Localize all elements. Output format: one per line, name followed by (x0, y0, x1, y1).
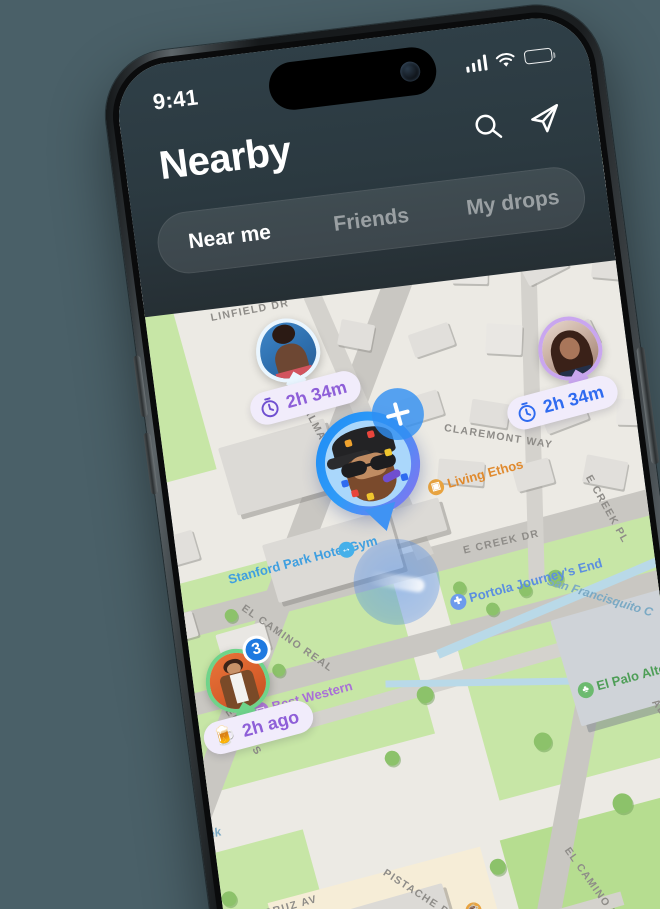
timer-icon (261, 397, 279, 418)
map-building (468, 398, 511, 429)
phone-device: LINFIELD DR CLAREMONT WAY ALMA ST E CREE… (97, 0, 660, 909)
map-tree (383, 749, 401, 767)
cellular-bars-icon (464, 54, 488, 73)
confetti-dot (399, 472, 409, 482)
map-building (407, 321, 456, 359)
status-bar-icons (464, 46, 554, 73)
send-icon (531, 103, 559, 133)
confetti-dot (340, 479, 350, 489)
beer-mug-icon: 🍺 (210, 723, 239, 750)
map-building (485, 323, 523, 356)
timer-icon (518, 402, 536, 422)
avatar-photo (253, 316, 323, 385)
map-tree (488, 857, 507, 876)
map-building (640, 171, 660, 206)
screenshot-stage: LINFIELD DR CLAREMONT WAY ALMA ST E CREE… (0, 0, 660, 909)
search-icon (475, 114, 503, 138)
battery-full-icon (523, 47, 554, 65)
page-title: Nearby (156, 128, 294, 188)
front-camera-icon (399, 60, 422, 83)
tab-my-drops[interactable]: My drops (441, 183, 586, 224)
tab-friends[interactable]: Friends (299, 200, 444, 241)
send-button[interactable] (527, 101, 565, 139)
status-bar-time: 9:41 (151, 84, 200, 115)
wifi-icon (495, 52, 515, 67)
nav-actions (469, 101, 565, 146)
tab-near-me[interactable]: Near me (157, 217, 302, 258)
location-heading-beam (367, 570, 426, 594)
search-button[interactable] (469, 108, 507, 146)
avatar-photo (535, 314, 605, 383)
